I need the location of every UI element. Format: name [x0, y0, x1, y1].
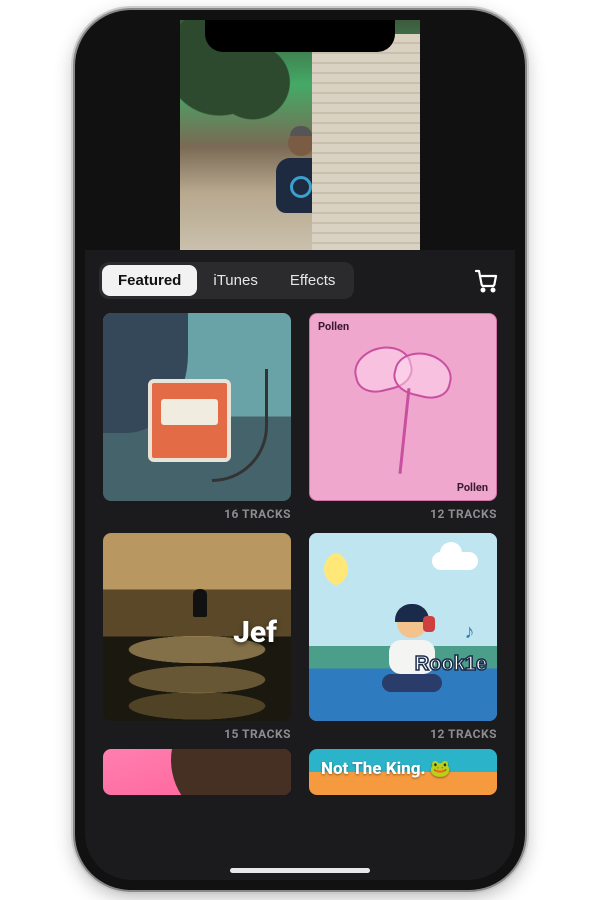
home-indicator[interactable] — [230, 868, 370, 873]
album-cover: ♪ Rook1e — [309, 533, 497, 721]
album-item[interactable]: ♪ Rook1e 12 TRACKS — [309, 533, 497, 741]
album-overlay-title: Not The King. 🐸 — [321, 759, 451, 779]
video-person — [271, 130, 331, 225]
album-cover: Jef — [103, 533, 291, 721]
tab-effects[interactable]: Effects — [274, 265, 352, 296]
tab-featured[interactable]: Featured — [102, 265, 197, 296]
album-item[interactable] — [103, 749, 291, 795]
album-cover — [103, 313, 291, 501]
album-item[interactable]: 16 TRACKS — [103, 313, 291, 521]
album-grid[interactable]: 16 TRACKS Pollen Pollen 12 TRACKS Jef — [85, 313, 515, 880]
app-screen: HELLO Featured iTunes Effects — [85, 20, 515, 880]
video-preview[interactable]: HELLO — [85, 20, 515, 250]
album-cover: Pollen Pollen — [309, 313, 497, 501]
album-item[interactable]: Pollen Pollen 12 TRACKS — [309, 313, 497, 521]
album-art-text: Pollen — [457, 481, 488, 494]
cart-icon — [474, 269, 498, 293]
album-item[interactable]: Not The King. 🐸 — [309, 749, 497, 795]
segmented-control: Featured iTunes Effects — [99, 262, 354, 299]
album-overlay-title: Rook1e — [415, 653, 487, 676]
phone-inner: HELLO Featured iTunes Effects — [85, 20, 515, 880]
music-note-icon: ♪ — [464, 619, 474, 644]
phone-frame: HELLO Featured iTunes Effects — [75, 10, 525, 890]
cart-button[interactable] — [471, 266, 501, 296]
video-thumbnail: HELLO — [180, 20, 420, 250]
tab-itunes[interactable]: iTunes — [197, 265, 273, 296]
album-cover — [103, 749, 291, 795]
tabs-row: Featured iTunes Effects — [85, 250, 515, 313]
album-item[interactable]: Jef 15 TRACKS — [103, 533, 291, 741]
album-overlay-title: Jef — [233, 615, 277, 650]
video-caption: HELLO — [329, 213, 400, 236]
album-art-text: Pollen — [318, 320, 349, 333]
device-notch — [205, 20, 395, 52]
album-track-count: 12 TRACKS — [309, 727, 497, 741]
album-track-count: 12 TRACKS — [309, 507, 497, 521]
album-cover: Not The King. 🐸 — [309, 749, 497, 795]
album-track-count: 15 TRACKS — [103, 727, 291, 741]
album-track-count: 16 TRACKS — [103, 507, 291, 521]
